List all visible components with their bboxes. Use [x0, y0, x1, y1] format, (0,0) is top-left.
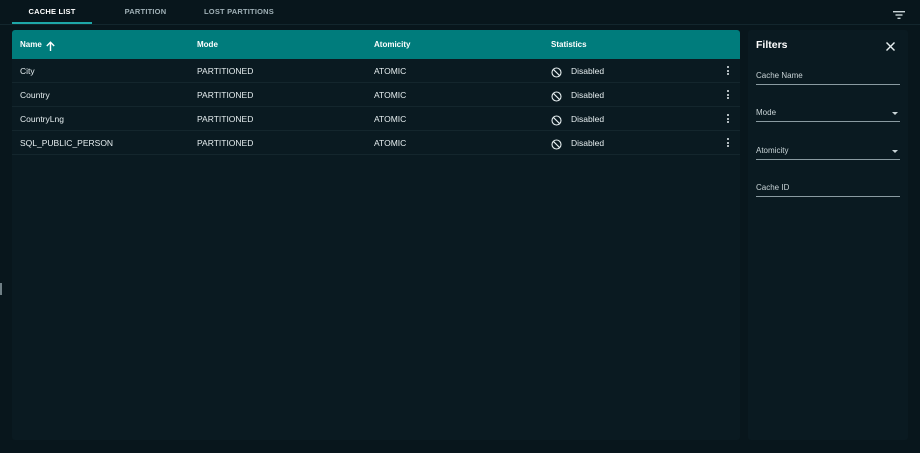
tab-cache-list[interactable]: CACHE LIST: [12, 0, 92, 24]
cell-atomicity: ATOMIC: [374, 114, 407, 124]
cell-mode: PARTITIONED: [197, 114, 254, 124]
cell-atomicity: ATOMIC: [374, 138, 407, 148]
cache-name-field[interactable]: Cache Name: [756, 69, 900, 85]
cell-mode: PARTITIONED: [197, 138, 254, 148]
close-icon[interactable]: [885, 39, 896, 51]
tab-bar: CACHE LIST PARTITION DISTRIBUTION LOST P…: [0, 0, 920, 40]
filter-list-icon[interactable]: [892, 8, 906, 20]
more-vert-icon[interactable]: [725, 89, 731, 101]
block-icon: [551, 89, 562, 102]
cell-statistics: Disabled: [571, 66, 605, 76]
atomicity-select[interactable]: Atomicity: [756, 144, 900, 160]
table-row[interactable]: SQL_PUBLIC_PERSON PARTITIONED ATOMIC Dis…: [12, 131, 740, 155]
column-header-name[interactable]: Name: [20, 30, 42, 59]
filters-title: Filters: [756, 39, 788, 51]
filters-panel: Filters Cache Name Mode Atomicity Cache …: [748, 30, 908, 440]
table-header: Name Mode Atomicity Statistics: [12, 30, 740, 59]
cell-statistics: Disabled: [571, 138, 605, 148]
cell-name: SQL_PUBLIC_PERSON: [20, 138, 114, 148]
cell-name: CountryLng: [20, 114, 64, 124]
cell-mode: PARTITIONED: [197, 90, 254, 100]
cache-table: Name Mode Atomicity Statistics City PART…: [12, 30, 740, 440]
column-header-statistics[interactable]: Statistics: [551, 30, 587, 59]
block-icon: [551, 137, 562, 150]
arrow-up-icon[interactable]: [45, 39, 56, 51]
cell-mode: PARTITIONED: [197, 66, 254, 76]
cell-atomicity: ATOMIC: [374, 90, 407, 100]
mode-select[interactable]: Mode: [756, 106, 900, 122]
cell-statistics: Disabled: [571, 90, 605, 100]
table-row[interactable]: CountryLng PARTITIONED ATOMIC Disabled: [12, 107, 740, 131]
active-tab-indicator: [12, 22, 92, 24]
tab-partition-distribution[interactable]: PARTITION DISTRIBUTION: [97, 0, 194, 40]
chevron-down-icon: [892, 112, 898, 115]
block-icon: [551, 113, 562, 126]
chevron-down-icon: [892, 150, 898, 153]
block-icon: [551, 65, 562, 78]
cache-id-label: Cache ID: [756, 183, 790, 192]
cache-id-field[interactable]: Cache ID: [756, 181, 900, 197]
atomicity-label: Atomicity: [756, 146, 789, 155]
more-vert-icon[interactable]: [725, 113, 731, 125]
cache-name-label: Cache Name: [756, 71, 803, 80]
column-header-mode[interactable]: Mode: [197, 30, 218, 59]
resize-handle[interactable]: [0, 283, 2, 295]
mode-label: Mode: [756, 108, 777, 117]
cell-name: City: [20, 66, 35, 76]
column-header-atomicity[interactable]: Atomicity: [374, 30, 410, 59]
cell-statistics: Disabled: [571, 114, 605, 124]
table-row[interactable]: City PARTITIONED ATOMIC Disabled: [12, 59, 740, 83]
cell-name: Country: [20, 90, 50, 100]
cell-atomicity: ATOMIC: [374, 66, 407, 76]
more-vert-icon[interactable]: [725, 65, 731, 77]
more-vert-icon[interactable]: [725, 137, 731, 149]
table-row[interactable]: Country PARTITIONED ATOMIC Disabled: [12, 83, 740, 107]
tab-lost-partitions[interactable]: LOST PARTITIONS: [200, 0, 278, 24]
